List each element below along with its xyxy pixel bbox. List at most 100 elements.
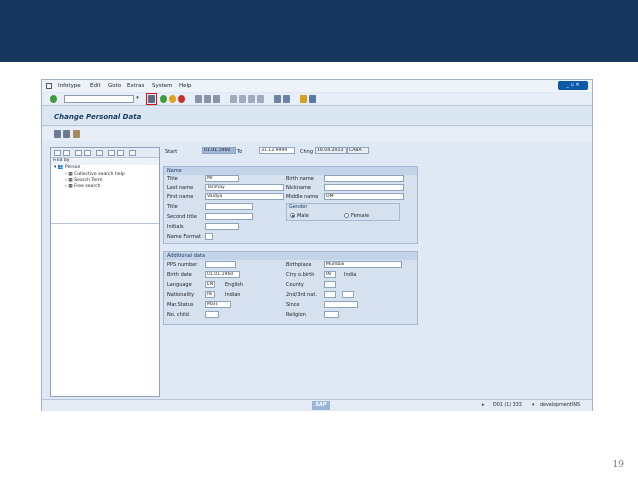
back-icon[interactable] <box>160 95 167 103</box>
back-arrow-icon[interactable] <box>54 150 61 156</box>
no-child-field[interactable] <box>205 311 219 318</box>
second-title-field[interactable] <box>205 213 253 220</box>
person-tree-icon: 👥 <box>57 165 64 170</box>
menu-help[interactable]: Help <box>179 83 192 89</box>
menu-icon[interactable] <box>46 83 52 89</box>
expand-icon[interactable] <box>84 150 91 156</box>
first-name-field[interactable]: Vaidya <box>205 193 284 200</box>
menu-bar: Infotype Edit Goto Extras System Help _ … <box>42 80 592 92</box>
language-label: Language <box>167 282 192 288</box>
pps-field[interactable] <box>205 261 236 268</box>
title-field[interactable]: Mr <box>205 175 239 182</box>
forward-arrow-icon[interactable] <box>63 150 70 156</box>
shortcut-icon[interactable] <box>283 95 290 103</box>
settings-icon[interactable] <box>117 150 124 156</box>
nationality2-field[interactable] <box>324 291 336 298</box>
start-date-field[interactable]: 01.01.1960 <box>202 147 236 154</box>
first-page-icon[interactable] <box>230 95 237 103</box>
religion-field[interactable] <box>324 311 339 318</box>
county-label: County <box>286 282 304 288</box>
nickname-field[interactable] <box>324 184 404 191</box>
enter-icon[interactable] <box>50 95 57 103</box>
panel-toolbar <box>51 148 159 158</box>
refresh-icon[interactable] <box>75 150 82 156</box>
male-radio[interactable] <box>290 213 295 218</box>
application-toolbar <box>42 127 592 141</box>
find-next-icon[interactable] <box>213 95 220 103</box>
middle-name-field[interactable]: OM <box>324 193 404 200</box>
find-icon[interactable] <box>204 95 211 103</box>
cancel-icon[interactable] <box>178 95 185 103</box>
insert-mode: INS <box>572 403 581 408</box>
previous-page-icon[interactable] <box>239 95 246 103</box>
standard-toolbar: ▾ <box>42 93 592 106</box>
language-field[interactable]: EN <box>205 281 215 288</box>
layout-icon[interactable] <box>309 95 316 103</box>
command-field[interactable] <box>64 95 134 103</box>
chevron-down-icon[interactable]: ▾ <box>134 95 141 103</box>
name-format-field[interactable] <box>205 233 213 240</box>
last-name-field[interactable]: Tanmay <box>205 184 284 191</box>
exit-icon[interactable] <box>169 95 176 103</box>
tree-item-label: Collective search help <box>74 172 125 177</box>
print-icon[interactable] <box>195 95 202 103</box>
system-info[interactable]: D01 (1) 333 <box>493 403 522 408</box>
female-radio[interactable] <box>344 213 349 218</box>
ctry-birth-field[interactable]: IN <box>324 271 336 278</box>
menu-edit[interactable]: Edit <box>90 83 101 89</box>
help-icon[interactable] <box>300 95 307 103</box>
birth-date-label: Birth date <box>167 272 192 278</box>
next-page-icon[interactable] <box>248 95 255 103</box>
tree-node-person[interactable]: ▾ 👥 Person <box>51 165 159 172</box>
language-text: English <box>225 282 244 288</box>
second-title-label: Second title <box>167 214 197 220</box>
play-icon[interactable]: ▸ <box>482 403 484 408</box>
ctry-birth-label: Ctry o.birth <box>286 272 315 278</box>
tree-item-free-search[interactable]: › ▦ Free search <box>51 184 159 190</box>
slide-banner <box>0 0 638 62</box>
county-field[interactable] <box>324 281 336 288</box>
find-by-label: Find by <box>51 158 159 165</box>
mar-status-field[interactable]: Marr. <box>205 301 231 308</box>
collapse-icon[interactable] <box>129 150 136 156</box>
page-title: Change Personal Data <box>54 113 142 121</box>
name-group-title: Name <box>164 167 417 175</box>
changed-user-field: CABA <box>347 147 369 154</box>
save-button[interactable] <box>146 93 157 105</box>
menu-goto[interactable]: Goto <box>108 83 121 89</box>
binoculars-icon[interactable] <box>108 150 115 156</box>
person-icon[interactable] <box>73 130 80 138</box>
menu-system[interactable]: System <box>152 83 173 89</box>
filter-icon[interactable] <box>96 150 103 156</box>
end-date-field[interactable]: 31.12.9999 <box>259 147 295 154</box>
nationality3-field[interactable] <box>342 291 354 298</box>
title2-label: Title <box>167 204 178 210</box>
title2-field[interactable] <box>205 203 253 210</box>
nationality-field[interactable]: IN <box>205 291 215 298</box>
since-field[interactable] <box>324 301 358 308</box>
additional-data-title: Additional data <box>164 252 417 260</box>
menu-infotype[interactable]: Infotype <box>58 83 81 89</box>
initials-field[interactable] <box>205 223 239 230</box>
middle-name-label: Middle name <box>286 194 319 200</box>
nationality-text: Indian <box>225 292 241 298</box>
birth-date-field[interactable]: 01.01.1960 <box>205 271 240 278</box>
chevron-down-icon[interactable]: ▾ <box>532 403 534 408</box>
birth-name-field[interactable] <box>324 175 404 182</box>
save-draft-icon[interactable] <box>54 130 61 138</box>
panel-divider <box>51 223 159 224</box>
copy-icon[interactable] <box>63 130 70 138</box>
new-session-icon[interactable] <box>274 95 281 103</box>
menu-extras[interactable]: Extras <box>127 83 144 89</box>
since-label: Since <box>286 302 300 308</box>
mar-status-label: Mar.Status <box>167 302 194 308</box>
last-page-icon[interactable] <box>257 95 264 103</box>
sap-logo: SAP <box>312 401 330 410</box>
changed-date-field: 16.04.2013 <box>315 147 347 154</box>
save-icon <box>148 95 155 103</box>
pps-label: PPS number <box>167 262 198 268</box>
birthplace-field[interactable]: Mumbai <box>324 261 402 268</box>
window-controls[interactable]: _ ▫ ✕ <box>558 81 588 90</box>
server-info: development <box>540 403 572 408</box>
tree-item-label: Search Term <box>74 178 103 183</box>
